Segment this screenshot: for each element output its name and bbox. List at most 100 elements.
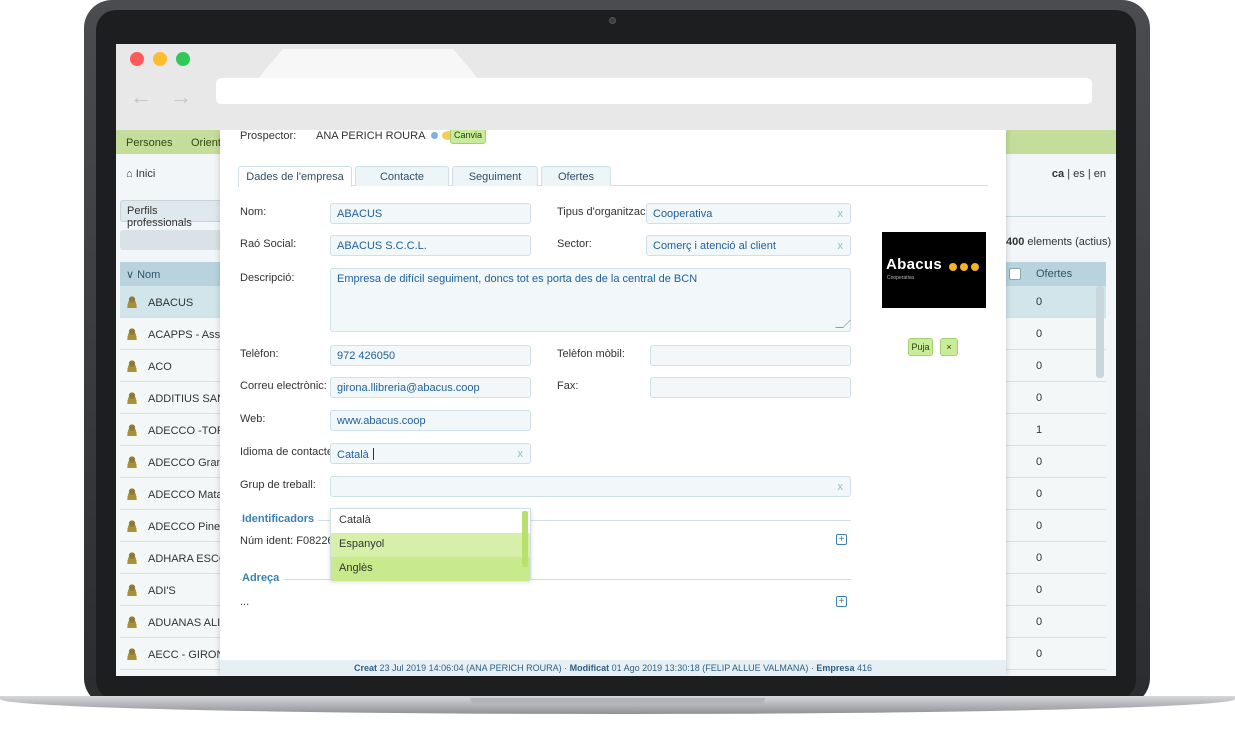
menu-item-persones[interactable]: Persones <box>126 137 172 149</box>
resize-handle-icon[interactable] <box>835 320 851 328</box>
select-all-checkbox[interactable] <box>1009 268 1021 280</box>
descripcio-textarea[interactable]: Empresa de difícil seguiment, doncs tot … <box>330 268 851 332</box>
offers-cell: 0 <box>1006 382 1106 414</box>
tab-perfils-professionals[interactable]: Perfils professionals <box>120 200 230 229</box>
company-logo: Abacus Cooperativa <box>882 232 986 308</box>
company-name: ADUANAS ALIÉ <box>148 617 228 629</box>
menu-item-orientacio[interactable]: Orient <box>191 137 221 149</box>
table-row[interactable]: AECC - GIRONA <box>120 638 230 670</box>
web-input[interactable]: www.abacus.coop <box>330 410 531 431</box>
table-row[interactable]: ADI'S <box>120 574 230 606</box>
modified-label: Modificat <box>569 663 610 673</box>
remove-logo-button[interactable]: × <box>940 338 958 356</box>
tab-dades-empresa[interactable]: Dades de l'empresa <box>238 166 352 187</box>
upload-logo-button[interactable]: Puja <box>908 338 933 356</box>
table-row[interactable]: ADECCO Granol <box>120 446 230 478</box>
offers-cell: 0 <box>1006 574 1106 606</box>
fax-label: Fax: <box>557 380 579 392</box>
list-scrollbar[interactable] <box>1096 286 1104 378</box>
clear-icon[interactable]: x <box>838 208 844 220</box>
maximize-window-button[interactable] <box>176 52 190 66</box>
offers-cell: 0 <box>1006 318 1106 350</box>
column-header-nom[interactable]: ∨ Nom <box>120 262 230 286</box>
prospector-value: ANA PERICH ROURA <box>316 130 455 142</box>
tipus-select[interactable]: Cooperativa x <box>646 203 851 224</box>
telefon-input[interactable]: 972 426050 <box>330 345 531 366</box>
grup-label: Grup de treball: <box>240 479 316 491</box>
company-name: ADECCO -TORT <box>148 425 230 437</box>
table-row[interactable]: ADECCO Mataró <box>120 478 230 510</box>
company-icon <box>126 296 138 308</box>
company-name: ADECCO Pineda <box>148 521 230 533</box>
rao-social-input[interactable]: ABACUS S.C.C.L. <box>330 235 531 256</box>
company-id-value: 416 <box>854 663 872 673</box>
grup-select[interactable]: x <box>330 476 851 497</box>
lang-ca[interactable]: ca <box>1052 168 1064 180</box>
back-arrow-icon[interactable]: ← <box>130 84 152 110</box>
correu-input[interactable]: girona.llibreria@abacus.coop <box>330 377 531 398</box>
add-identifier-plus-icon[interactable]: + <box>836 534 847 545</box>
table-row[interactable]: ADHARA ESCOL <box>120 542 230 574</box>
tab-ofertes[interactable]: Ofertes <box>541 166 611 186</box>
browser-chrome: ← → <box>116 44 1116 130</box>
offers-cell: 0 <box>1006 286 1106 318</box>
mobil-input[interactable] <box>650 345 851 366</box>
logo-dot-icon <box>949 263 957 271</box>
dropdown-option[interactable]: Espanyol <box>331 533 530 557</box>
add-address-plus-icon[interactable]: + <box>836 596 847 607</box>
clear-icon[interactable]: x <box>838 481 844 493</box>
home-label: Inici <box>135 168 156 180</box>
company-icon <box>126 456 138 468</box>
table-row[interactable]: ADECCO -TORT <box>120 414 230 446</box>
close-window-button[interactable] <box>130 52 144 66</box>
created-value: 23 Jul 2019 14:06:04 (ANA PERICH ROURA) … <box>377 663 570 673</box>
nom-input[interactable]: ABACUS <box>330 203 531 224</box>
nom-label: Nom: <box>240 206 267 218</box>
tab-seguiment[interactable]: Seguiment <box>452 166 538 186</box>
table-row[interactable]: ADDITIUS SANT <box>120 382 230 414</box>
lang-en[interactable]: en <box>1094 168 1106 180</box>
company-edit-dialog: Prospector: ANA PERICH ROURA Canvia Dade… <box>220 126 1006 676</box>
company-icon <box>126 392 138 404</box>
sector-value: Comerç i atenció al client <box>653 240 776 252</box>
lang-separator: | <box>1084 168 1094 180</box>
offers-cell: 0 <box>1006 510 1106 542</box>
table-row[interactable]: ADECCO Pineda <box>120 510 230 542</box>
fax-input[interactable] <box>650 377 851 398</box>
tab-contacte[interactable]: Contacte <box>355 166 449 186</box>
table-row[interactable]: ABACUS <box>120 286 230 318</box>
sector-select[interactable]: Comerç i atenció al client x <box>646 235 851 256</box>
dropdown-scrollbar[interactable] <box>522 511 528 567</box>
browser-tab[interactable] <box>256 49 480 81</box>
column-header-label: Ofertes <box>1036 268 1073 280</box>
idioma-label: Idioma de contacte: <box>240 446 337 458</box>
tipus-label: Tipus d'organització: <box>557 206 658 218</box>
address-bar[interactable] <box>216 78 1092 104</box>
company-name: ABACUS <box>148 297 194 309</box>
web-label: Web: <box>240 413 266 425</box>
logo-dot-icon <box>971 263 979 271</box>
lang-es[interactable]: es <box>1073 168 1085 180</box>
column-header-ofertes[interactable]: Ofertes <box>1006 262 1106 286</box>
company-icon <box>126 360 138 372</box>
clear-icon[interactable]: x <box>518 448 524 460</box>
dropdown-option[interactable]: Català <box>331 509 530 533</box>
descripcio-value: Empresa de difícil seguiment, doncs tot … <box>337 273 698 285</box>
modified-value: 01 Ago 2019 13:30:18 (FELIP ALLUE VALMAN… <box>609 663 817 673</box>
minimize-window-button[interactable] <box>153 52 167 66</box>
forward-arrow-icon[interactable]: → <box>170 84 192 110</box>
dropdown-option[interactable]: Anglès <box>331 557 530 581</box>
offers-cell: 0 <box>1006 446 1106 478</box>
company-name: ACAPPS - Assoc <box>148 329 230 341</box>
table-row[interactable]: ADUANAS ALIÉ <box>120 606 230 638</box>
home-link[interactable]: ⌂ Inici <box>126 168 155 180</box>
table-row[interactable]: ACO <box>120 350 230 382</box>
table-row[interactable]: ACAPPS - Assoc <box>120 318 230 350</box>
clear-icon[interactable]: x <box>838 240 844 252</box>
language-switcher: ca | es | en <box>1052 168 1106 180</box>
elements-count: 400 elements (actius) <box>1006 236 1111 248</box>
created-label: Creat <box>354 663 378 673</box>
idioma-select[interactable]: Català x <box>330 443 531 464</box>
audit-footer: Creat 23 Jul 2019 14:06:04 (ANA PERICH R… <box>220 660 1006 676</box>
elements-count-number: 400 <box>1006 236 1025 248</box>
